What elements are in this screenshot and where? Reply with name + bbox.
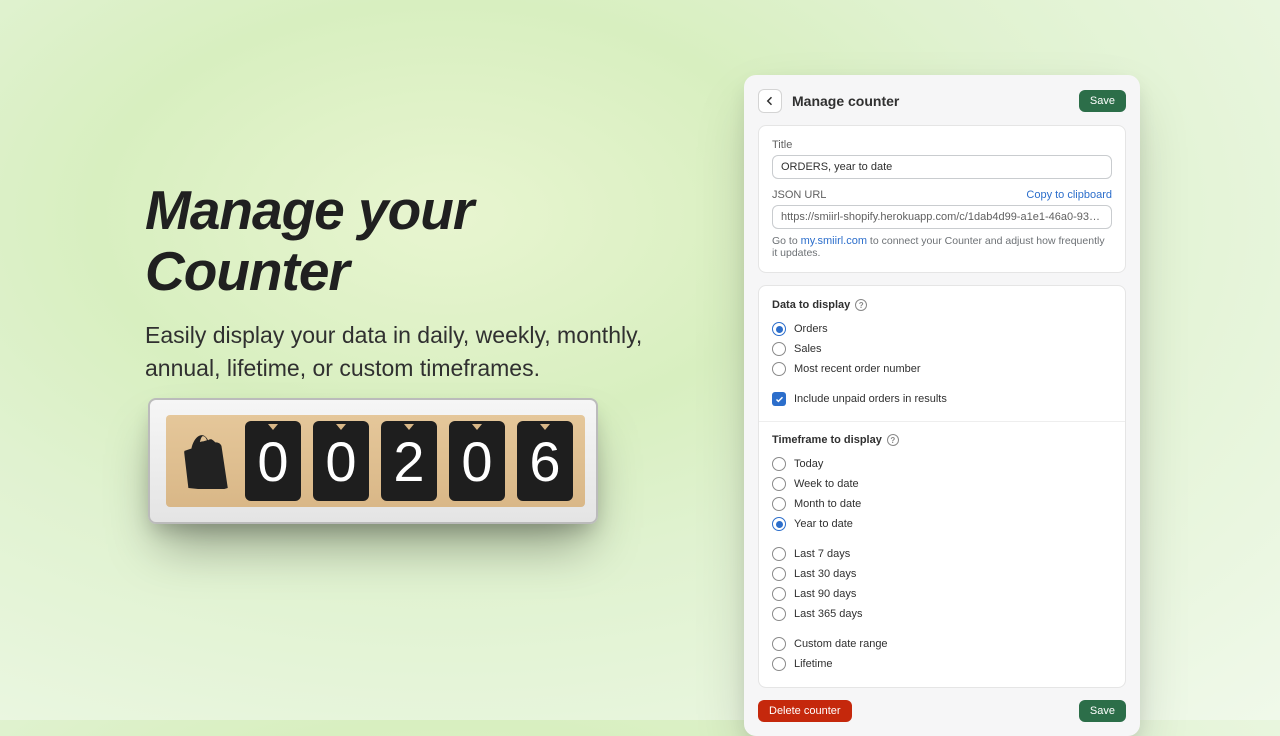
radio-custom-date-range[interactable]: Custom date range bbox=[772, 634, 1112, 654]
timeframe-label: Timeframe to display ? bbox=[772, 434, 1112, 446]
radio-icon bbox=[772, 362, 786, 376]
checkbox-icon bbox=[772, 392, 786, 406]
counter-digit: 0 bbox=[449, 421, 505, 501]
radio-icon bbox=[772, 457, 786, 471]
manage-counter-panel: Manage counter Save Title JSON URL Copy … bbox=[744, 75, 1140, 736]
radio-lifetime[interactable]: Lifetime bbox=[772, 654, 1112, 674]
panel-title: Manage counter bbox=[792, 93, 1079, 109]
radio-last-7-days[interactable]: Last 7 days bbox=[772, 544, 1112, 564]
radio-icon bbox=[772, 497, 786, 511]
counter-digit: 0 bbox=[245, 421, 301, 501]
save-button[interactable]: Save bbox=[1079, 90, 1126, 112]
checkbox-include-unpaid[interactable]: Include unpaid orders in results bbox=[772, 389, 1112, 409]
data-card: Data to display ? Orders Sales Most rece… bbox=[758, 285, 1126, 688]
back-button[interactable] bbox=[758, 89, 782, 113]
counter-device: 0 0 2 0 6 bbox=[148, 398, 598, 524]
hero-title: Manage your Counter bbox=[145, 180, 685, 301]
help-text: Go to my.smiirl.com to connect your Coun… bbox=[772, 235, 1112, 259]
radio-month-to-date[interactable]: Month to date bbox=[772, 494, 1112, 514]
section-divider bbox=[759, 421, 1125, 422]
help-prefix: Go to bbox=[772, 235, 801, 247]
radio-icon bbox=[772, 322, 786, 336]
radio-icon bbox=[772, 547, 786, 561]
save-button-footer[interactable]: Save bbox=[1079, 700, 1126, 722]
radio-last-30-days[interactable]: Last 30 days bbox=[772, 564, 1112, 584]
json-url-input[interactable] bbox=[772, 205, 1112, 229]
radio-orders[interactable]: Orders bbox=[772, 319, 1112, 339]
radio-icon bbox=[772, 587, 786, 601]
copy-to-clipboard-link[interactable]: Copy to clipboard bbox=[1026, 189, 1112, 201]
counter-digit: 0 bbox=[313, 421, 369, 501]
info-icon[interactable]: ? bbox=[887, 434, 899, 446]
shopify-logo-icon bbox=[178, 426, 233, 496]
json-url-label: JSON URL bbox=[772, 189, 826, 201]
data-to-display-label: Data to display ? bbox=[772, 299, 1112, 311]
radio-icon bbox=[772, 637, 786, 651]
title-input[interactable] bbox=[772, 155, 1112, 179]
radio-icon bbox=[772, 657, 786, 671]
counter-digit: 6 bbox=[517, 421, 573, 501]
radio-last-90-days[interactable]: Last 90 days bbox=[772, 584, 1112, 604]
panel-footer: Delete counter Save bbox=[758, 700, 1126, 722]
smiirl-link[interactable]: my.smiirl.com bbox=[801, 235, 867, 247]
radio-icon bbox=[772, 607, 786, 621]
arrow-left-icon bbox=[764, 95, 776, 107]
counter-device-inner: 0 0 2 0 6 bbox=[166, 415, 585, 507]
radio-most-recent-order[interactable]: Most recent order number bbox=[772, 359, 1112, 379]
radio-icon bbox=[772, 477, 786, 491]
info-icon[interactable]: ? bbox=[855, 299, 867, 311]
radio-icon bbox=[772, 517, 786, 531]
title-label: Title bbox=[772, 139, 1112, 151]
hero-block: Manage your Counter Easily display your … bbox=[145, 180, 685, 386]
radio-year-to-date[interactable]: Year to date bbox=[772, 514, 1112, 534]
radio-today[interactable]: Today bbox=[772, 454, 1112, 474]
title-card: Title JSON URL Copy to clipboard Go to m… bbox=[758, 125, 1126, 273]
radio-last-365-days[interactable]: Last 365 days bbox=[772, 604, 1112, 624]
radio-icon bbox=[772, 567, 786, 581]
delete-counter-button[interactable]: Delete counter bbox=[758, 700, 852, 722]
radio-icon bbox=[772, 342, 786, 356]
counter-digit: 2 bbox=[381, 421, 437, 501]
hero-subtitle: Easily display your data in daily, weekl… bbox=[145, 319, 685, 386]
panel-header: Manage counter Save bbox=[758, 89, 1126, 113]
radio-sales[interactable]: Sales bbox=[772, 339, 1112, 359]
radio-week-to-date[interactable]: Week to date bbox=[772, 474, 1112, 494]
